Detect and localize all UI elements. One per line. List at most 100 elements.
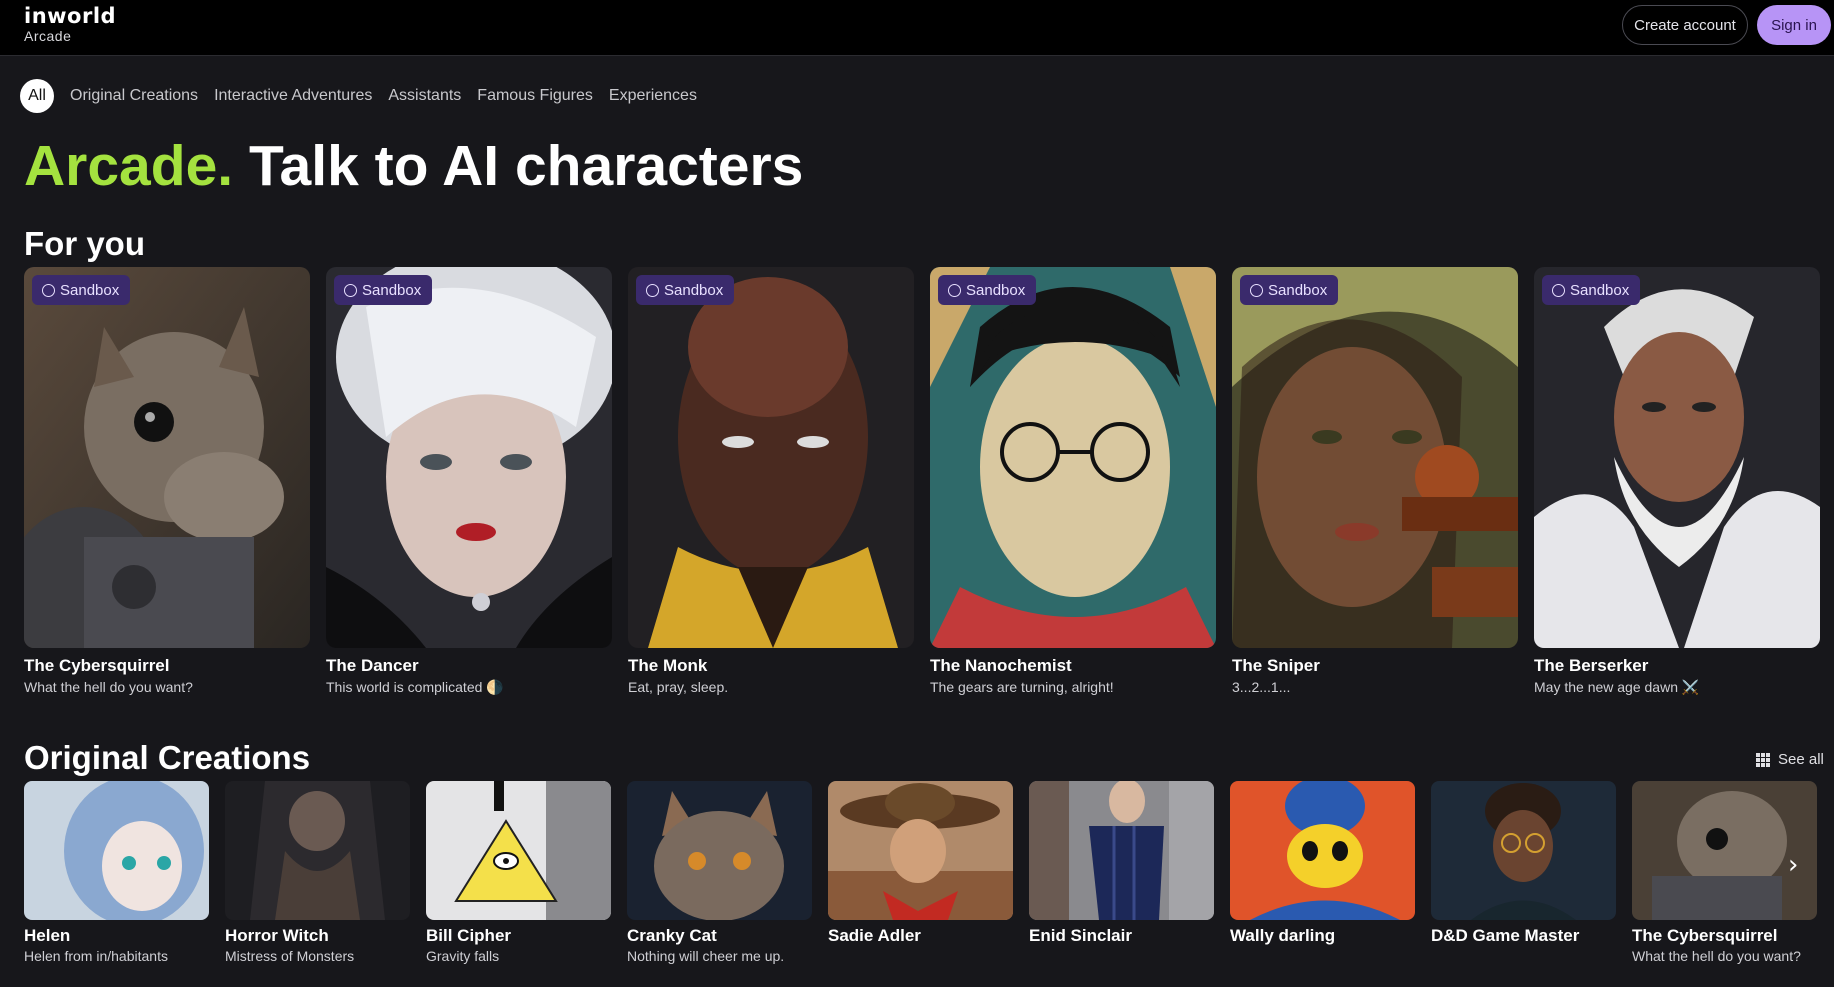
card-title: Helen <box>24 926 71 945</box>
squirrel-portrait-icon <box>24 267 310 648</box>
viking-portrait-icon <box>1534 267 1820 648</box>
card-title: The Berserker <box>1534 656 1649 675</box>
cowgirl-portrait-icon <box>828 781 1013 920</box>
sandbox-icon <box>948 283 961 297</box>
glasses-man-portrait-icon <box>930 267 1216 648</box>
sandbox-badge: Sandbox <box>334 275 433 305</box>
sandbox-label: Sandbox <box>664 281 724 299</box>
category-filter-bar: All Original Creations Interactive Adven… <box>20 79 697 113</box>
sandbox-icon <box>1552 283 1565 297</box>
character-image <box>24 781 209 920</box>
character-image: Sandbox <box>930 267 1216 648</box>
card-tagline: Nothing will cheer me up. <box>627 948 785 964</box>
chip-experiences[interactable]: Experiences <box>609 87 697 105</box>
logo-wordmark: inworld <box>24 4 117 28</box>
character-image <box>1431 781 1616 920</box>
card-title: The Dancer <box>326 656 419 675</box>
card-tagline: What the hell do you want? <box>1632 948 1801 964</box>
character-image: Sandbox <box>1534 267 1820 648</box>
see-all-label: See all <box>1778 751 1824 768</box>
character-image: Sandbox <box>1232 267 1518 648</box>
card-title: Enid Sinclair <box>1029 926 1132 945</box>
character-card-cybersquirrel[interactable]: Sandbox The Cybersquirrel What the hell … <box>24 267 310 696</box>
anime-girl-portrait-icon <box>24 781 209 920</box>
sandbox-badge: Sandbox <box>32 275 131 305</box>
character-image <box>426 781 611 920</box>
card-tagline: May the new age dawn ⚔️ <box>1534 679 1700 695</box>
card-title: The Nanochemist <box>930 656 1072 675</box>
character-image <box>1230 781 1415 920</box>
sandbox-badge: Sandbox <box>1542 275 1641 305</box>
card-title: The Monk <box>628 656 708 675</box>
card-title: Cranky Cat <box>627 926 717 945</box>
card-title: D&D Game Master <box>1431 926 1580 945</box>
sandbox-badge: Sandbox <box>636 275 735 305</box>
for-you-title: For you <box>24 225 145 262</box>
monk-portrait-icon <box>628 267 914 648</box>
character-card-sadie-adler[interactable]: Sadie Adler <box>828 781 1013 948</box>
card-title: The Cybersquirrel <box>1632 926 1778 945</box>
character-card-berserker[interactable]: Sandbox The Berserker May the new age da… <box>1534 267 1820 696</box>
sandbox-icon <box>646 283 659 297</box>
character-image <box>627 781 812 920</box>
chip-original-creations[interactable]: Original Creations <box>70 87 198 105</box>
character-card-bill-cipher[interactable]: Bill Cipher Gravity falls <box>426 781 611 965</box>
character-card-dancer[interactable]: Sandbox The Dancer This world is complic… <box>326 267 612 696</box>
headline-brand: Arcade. <box>24 134 234 198</box>
card-title: Sadie Adler <box>828 926 921 945</box>
character-card-horror-witch[interactable]: Horror Witch Mistress of Monsters <box>225 781 410 965</box>
card-tagline: Mistress of Monsters <box>225 948 355 964</box>
top-bar: inworld Arcade Create account Sign in <box>0 0 1834 56</box>
sandbox-label: Sandbox <box>1268 281 1328 299</box>
chip-interactive-adventures[interactable]: Interactive Adventures <box>214 87 372 105</box>
character-card-wally-darling[interactable]: Wally darling <box>1230 781 1415 948</box>
see-all-link[interactable]: See all <box>1756 751 1824 768</box>
character-image: Sandbox <box>24 267 310 648</box>
character-card-nanochemist[interactable]: Sandbox The Nanochemist The gears are tu… <box>930 267 1216 696</box>
chip-famous-figures[interactable]: Famous Figures <box>477 87 593 105</box>
triangle-character-icon <box>426 781 611 920</box>
carousel-next-icon[interactable]: › <box>1788 850 1798 880</box>
sandbox-label: Sandbox <box>966 281 1026 299</box>
character-image <box>225 781 410 920</box>
sandbox-icon <box>42 283 55 297</box>
witch-portrait-icon <box>225 781 410 920</box>
sandbox-label: Sandbox <box>362 281 422 299</box>
character-card-sniper[interactable]: Sandbox The Sniper 3...2...1... <box>1232 267 1518 696</box>
character-image: Sandbox <box>628 267 914 648</box>
inworld-logo[interactable]: inworld Arcade <box>24 4 116 44</box>
sandbox-badge: Sandbox <box>938 275 1037 305</box>
sandbox-icon <box>1250 283 1263 297</box>
card-tagline: Eat, pray, sleep. <box>628 679 729 695</box>
character-card-helen[interactable]: Helen Helen from in/habitants <box>24 781 209 965</box>
sniper-portrait-icon <box>1232 267 1518 648</box>
logo-subtitle: Arcade <box>24 28 72 44</box>
character-image <box>1029 781 1214 920</box>
puppet-character-icon <box>1230 781 1415 920</box>
character-card-monk[interactable]: Sandbox The Monk Eat, pray, sleep. <box>628 267 914 696</box>
character-image <box>828 781 1013 920</box>
character-image: Sandbox <box>326 267 612 648</box>
woman-glasses-portrait-icon <box>1431 781 1616 920</box>
sign-in-button[interactable]: Sign in <box>1757 5 1831 45</box>
original-creations-title: Original Creations <box>24 739 311 776</box>
sandbox-label: Sandbox <box>60 281 120 299</box>
chip-all[interactable]: All <box>20 79 54 113</box>
card-title: Wally darling <box>1230 926 1336 945</box>
card-title: The Cybersquirrel <box>24 656 170 675</box>
sandbox-badge: Sandbox <box>1240 275 1339 305</box>
card-title: Horror Witch <box>225 926 329 945</box>
card-tagline: Helen from in/habitants <box>24 948 168 964</box>
card-title: The Sniper <box>1232 656 1320 675</box>
card-tagline: 3...2...1... <box>1232 679 1291 695</box>
chip-assistants[interactable]: Assistants <box>388 87 461 105</box>
character-card-dnd-game-master[interactable]: D&D Game Master <box>1431 781 1616 948</box>
create-account-button[interactable]: Create account <box>1622 5 1748 45</box>
school-uniform-portrait-icon <box>1029 781 1214 920</box>
woman-portrait-icon <box>326 267 612 648</box>
sandbox-icon <box>344 283 357 297</box>
character-card-enid-sinclair[interactable]: Enid Sinclair <box>1029 781 1214 948</box>
character-card-cranky-cat[interactable]: Cranky Cat Nothing will cheer me up. <box>627 781 812 965</box>
cat-portrait-icon <box>627 781 812 920</box>
sandbox-label: Sandbox <box>1570 281 1630 299</box>
